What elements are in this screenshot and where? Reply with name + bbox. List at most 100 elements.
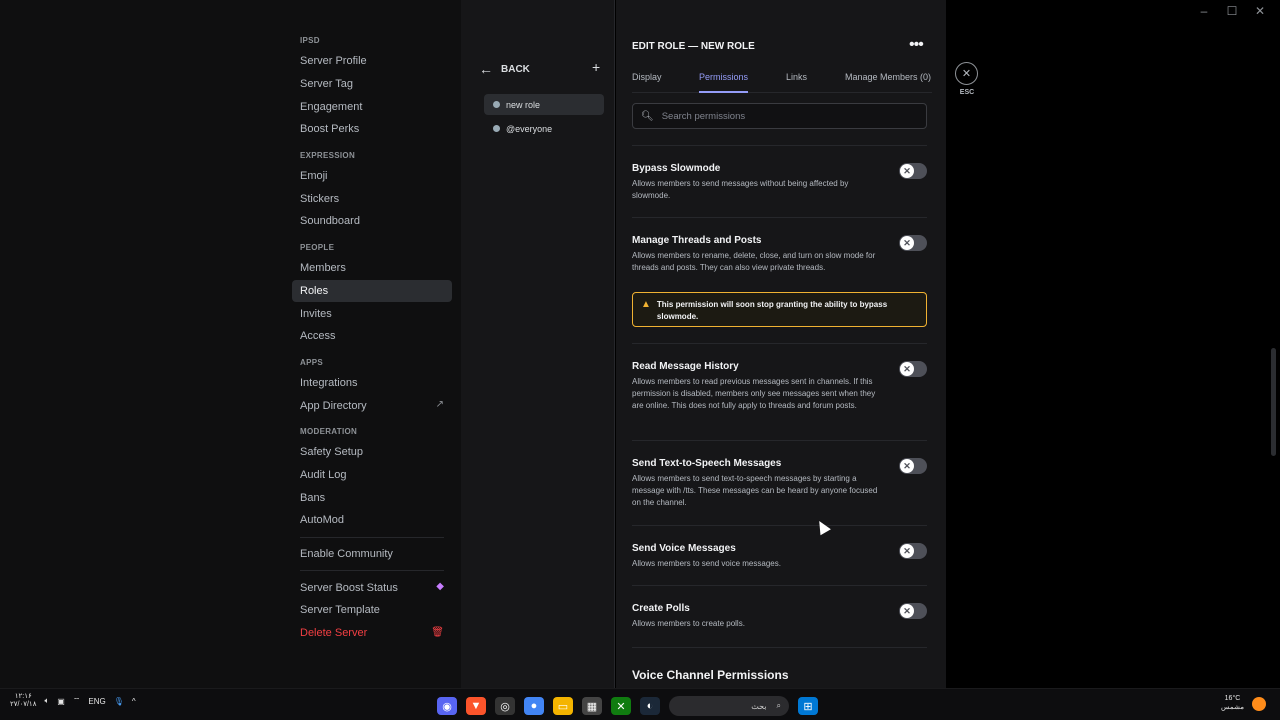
sidebar-item-label: App Directory — [300, 399, 367, 412]
permission-send-voice-messages: Send Voice Messages Allows members to se… — [632, 542, 927, 570]
search-icon: 🔍︎ — [641, 110, 654, 122]
permission-name: Create Polls — [632, 603, 690, 614]
permission-manage-threads: Manage Threads and Posts Allows members … — [632, 234, 927, 274]
wifi-icon[interactable]: ⌔ — [73, 696, 81, 706]
steam-icon[interactable]: ◐ — [640, 697, 660, 715]
role-tabs: Display Permissions Links Manage Members… — [632, 72, 932, 93]
permission-description: Allows members to send voice messages. — [632, 559, 781, 568]
sidebar-item-safety-setup[interactable]: Safety Setup — [292, 441, 452, 464]
back-button[interactable]: ← BACK — [479, 61, 530, 77]
permission-toggle[interactable]: ✕ — [899, 543, 927, 559]
sidebar-item-server-profile[interactable]: Server Profile — [292, 50, 452, 73]
weather-widget[interactable]: 16°C مشمس — [1221, 694, 1244, 712]
permission-description: Allows members to create polls. — [632, 619, 745, 628]
app-icon[interactable]: ◎ — [495, 697, 515, 715]
microphone-icon[interactable]: 🎙︎ — [114, 697, 124, 706]
permission-name: Bypass Slowmode — [632, 163, 721, 174]
taskbar: ۱۲:۱۶ ۲۷/۰۷/۱۸ 🔈︎ ▣ ⌔ ENG 🎙︎ ^ ◉ ▼ ◎ ● ▭… — [0, 688, 1280, 720]
permission-description: Allows members to send text-to-speech me… — [632, 474, 878, 507]
system-tray: ۱۲:۱۶ ۲۷/۰۷/۱۸ 🔈︎ ▣ ⌔ ENG 🎙︎ ^ — [10, 693, 136, 709]
folder-icon[interactable]: ▭ — [553, 697, 573, 715]
sidebar-item-stickers[interactable]: Stickers — [292, 187, 452, 210]
store-icon[interactable]: ▦ — [582, 697, 602, 715]
toggle-off-icon: ✕ — [900, 604, 914, 618]
discord-icon[interactable]: ◉ — [437, 697, 457, 715]
app-root: – ☐ ✕ IPSD Server Profile Server Tag Eng… — [0, 0, 1280, 720]
trash-icon: 🗑 — [431, 626, 444, 638]
weather-desc: مشمس — [1221, 704, 1244, 711]
role-item-new-role[interactable]: new role — [484, 94, 604, 115]
sidebar-item-roles[interactable]: Roles — [292, 279, 452, 303]
close-window-button[interactable]: ✕ — [1250, 4, 1270, 18]
toggle-off-icon: ✕ — [900, 544, 914, 558]
weather-temp: 16°C — [1224, 695, 1241, 702]
role-item-everyone[interactable]: @everyone — [484, 118, 604, 139]
sidebar-item-app-directory[interactable]: App Directory ↗ — [292, 394, 452, 417]
toggle-off-icon: ✕ — [900, 459, 914, 473]
minimize-button[interactable]: – — [1194, 4, 1214, 18]
search-icon: ⌕ — [776, 701, 781, 710]
sidebar-item-members[interactable]: Members — [292, 257, 452, 280]
permission-description: Allows members to read previous messages… — [632, 377, 876, 410]
sidebar-item-engagement[interactable]: Engagement — [292, 95, 452, 118]
tab-manage-members[interactable]: Manage Members (0) — [845, 72, 931, 93]
divider — [632, 145, 927, 146]
tab-links[interactable]: Links — [786, 72, 807, 93]
windows-start-icon[interactable]: ⊞ — [798, 697, 818, 715]
sidebar-item-delete-server[interactable]: Delete Server 🗑 — [292, 622, 452, 645]
sidebar-item-soundboard[interactable]: Soundboard — [292, 210, 452, 233]
divider — [632, 217, 927, 218]
close-icon: ✕ — [955, 62, 978, 85]
permission-toggle[interactable]: ✕ — [899, 361, 927, 377]
more-options-icon[interactable]: ••• — [909, 36, 924, 54]
sidebar-item-automod[interactable]: AutoMod — [292, 509, 452, 532]
sidebar-item-integrations[interactable]: Integrations — [292, 372, 452, 395]
permission-name: Send Text-to-Speech Messages — [632, 458, 782, 469]
sidebar-item-enable-community[interactable]: Enable Community — [292, 543, 452, 566]
section-header-moderation: MODERATION — [300, 426, 358, 436]
chrome-icon[interactable]: ● — [524, 697, 544, 715]
tab-permissions[interactable]: Permissions — [699, 72, 749, 93]
display-icon[interactable]: ▣ — [57, 697, 65, 706]
create-role-button[interactable]: + — [592, 59, 600, 75]
language-indicator[interactable]: ENG — [88, 697, 105, 706]
permission-toggle[interactable]: ✕ — [899, 603, 927, 619]
back-label: BACK — [501, 63, 530, 75]
role-name: new role — [506, 99, 541, 110]
sidebar-item-server-tag[interactable]: Server Tag — [292, 73, 452, 96]
section-header-apps: APPS — [300, 357, 323, 367]
tab-display[interactable]: Display — [632, 72, 662, 93]
divider — [632, 585, 927, 586]
clock[interactable]: ۱۲:۱۶ ۲۷/۰۷/۱۸ — [10, 693, 36, 709]
sidebar-item-access[interactable]: Access — [292, 325, 452, 348]
sun-icon — [1252, 697, 1266, 711]
xbox-icon[interactable]: ✕ — [611, 697, 631, 715]
scrollbar[interactable] — [1271, 348, 1276, 456]
permission-toggle[interactable]: ✕ — [899, 235, 927, 251]
page-title: EDIT ROLE — NEW ROLE — [632, 41, 755, 52]
sidebar-item-label: Server Boost Status — [300, 581, 398, 594]
volume-icon[interactable]: 🔈︎ — [44, 696, 49, 706]
sidebar-item-audit-log[interactable]: Audit Log — [292, 464, 452, 487]
sidebar-item-emoji[interactable]: Emoji — [292, 165, 452, 188]
toggle-off-icon: ✕ — [900, 164, 914, 178]
permission-toggle[interactable]: ✕ — [899, 163, 927, 179]
settings-sidebar: IPSD Server Profile Server Tag Engagemen… — [0, 0, 461, 688]
edit-role-panel: EDIT ROLE — NEW ROLE ••• Display Permiss… — [616, 0, 946, 688]
sidebar-item-bans[interactable]: Bans — [292, 486, 452, 509]
search-text: بحث — [751, 701, 767, 711]
toggle-off-icon: ✕ — [900, 362, 914, 376]
search-input[interactable] — [661, 110, 902, 122]
esc-close-button[interactable]: ✕ ESC — [955, 62, 979, 96]
sidebar-nav: IPSD Server Profile Server Tag Engagemen… — [292, 36, 452, 644]
sidebar-item-invites[interactable]: Invites — [292, 302, 452, 325]
taskbar-search[interactable]: بحث ⌕ — [669, 696, 789, 716]
warning-banner: ▲ This permission will soon stop grantin… — [632, 292, 927, 327]
brave-icon[interactable]: ▼ — [466, 697, 486, 715]
sidebar-item-boost-perks[interactable]: Boost Perks — [292, 118, 452, 141]
sidebar-item-boost-status[interactable]: Server Boost Status ◆ — [292, 576, 452, 599]
chevron-up-icon[interactable]: ^ — [132, 697, 136, 706]
maximize-button[interactable]: ☐ — [1222, 4, 1242, 18]
permission-toggle[interactable]: ✕ — [899, 458, 927, 474]
sidebar-item-server-template[interactable]: Server Template — [292, 599, 452, 622]
